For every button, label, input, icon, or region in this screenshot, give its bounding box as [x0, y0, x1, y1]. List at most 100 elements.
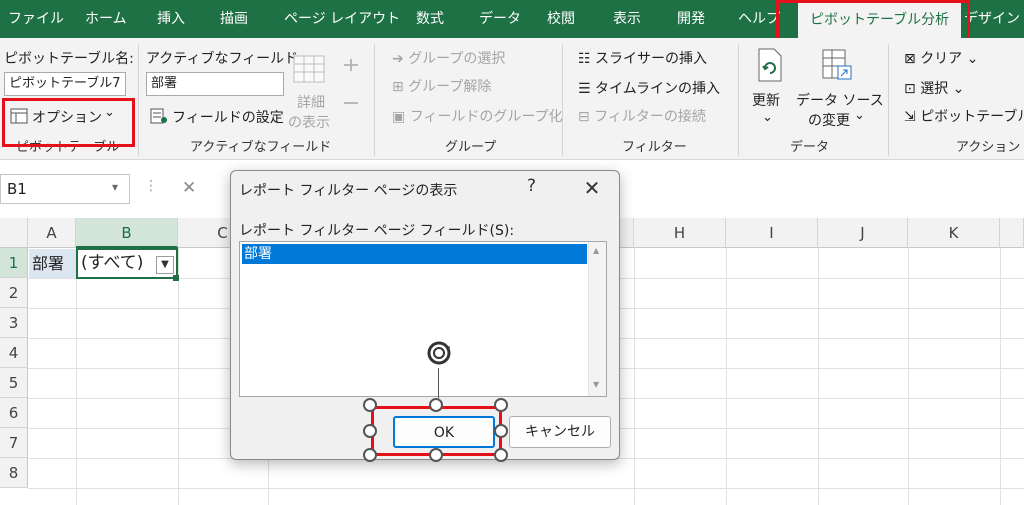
row-header[interactable]: 2 — [0, 278, 28, 308]
gridline — [818, 248, 819, 505]
collapse-field-icon[interactable] — [340, 94, 362, 112]
tab-help[interactable]: ヘルプ — [738, 0, 780, 38]
help-button[interactable]: ? — [527, 176, 536, 196]
resize-handle[interactable] — [363, 448, 377, 462]
resize-handle[interactable] — [494, 448, 508, 462]
tab-home[interactable]: ホーム — [85, 0, 127, 38]
chevron-down-icon[interactable]: ▾ — [112, 180, 118, 194]
clear-icon: ⊠ — [904, 51, 921, 67]
name-box[interactable]: B1 — [0, 174, 130, 204]
filter-connections-button[interactable]: ⊟ フィルターの接続 — [578, 106, 706, 126]
tab-draw[interactable]: 描画 — [220, 0, 248, 38]
column-header[interactable]: J — [818, 218, 908, 248]
dialog-title: レポート フィルター ページの表示 — [239, 183, 458, 199]
row-header[interactable]: 6 — [0, 398, 28, 428]
group-label-pivottable: ピボットテーブル — [16, 140, 120, 155]
change-data-source-button[interactable]: データ ソース の変更 ⌄ — [796, 46, 884, 132]
tab-pivottable-analyze[interactable]: ピボットテーブル分析 — [798, 2, 962, 38]
tab-review[interactable]: 校閲 — [547, 0, 575, 38]
drilldown-label-1[interactable]: 詳細 — [294, 92, 328, 112]
list-item[interactable]: 部署 — [242, 244, 587, 264]
resize-handle[interactable] — [363, 398, 377, 412]
resize-handle[interactable] — [429, 398, 443, 412]
column-header[interactable]: K — [908, 218, 1000, 248]
field-settings-button[interactable]: フィールドの設定 — [148, 104, 284, 128]
tab-formulas[interactable]: 数式 — [416, 0, 444, 38]
row-header[interactable]: 5 — [0, 368, 28, 398]
column-header[interactable]: I — [726, 218, 818, 248]
tab-view[interactable]: 表示 — [613, 0, 641, 38]
tab-insert[interactable]: 挿入 — [157, 0, 185, 38]
resize-handle[interactable] — [494, 424, 508, 438]
active-field-label: アクティブなフィールド: — [146, 51, 303, 67]
change-data-source-icon — [822, 49, 852, 80]
ribbon-separator — [138, 44, 139, 156]
listbox-scrollbar[interactable]: ▲ ▼ — [588, 242, 606, 396]
close-button[interactable]: ✕ — [577, 173, 607, 203]
gridline — [726, 248, 727, 505]
resize-handle[interactable] — [494, 398, 508, 412]
ribbon-separator — [738, 44, 739, 156]
cancel-button[interactable]: キャンセル — [509, 416, 611, 448]
clear-button[interactable]: ⊠ クリア ⌄ — [904, 48, 978, 68]
scroll-up-icon[interactable]: ▲ — [593, 246, 599, 255]
gridline — [76, 248, 77, 505]
insert-timeline-button[interactable]: ☰ タイムラインの挿入 — [578, 78, 720, 98]
arrow-right-icon: ➔ — [392, 51, 409, 67]
rotate-handle-line — [438, 368, 439, 398]
group-field-icon: ▣ — [392, 109, 410, 125]
refresh-button[interactable]: 更新 ⌄ — [750, 46, 790, 132]
tab-data[interactable]: データ — [479, 0, 521, 38]
row-header[interactable]: 7 — [0, 428, 28, 458]
resize-handle[interactable] — [429, 448, 443, 462]
insert-timeline-label: タイムラインの挿入 — [595, 81, 721, 97]
refresh-label: 更新 — [752, 93, 780, 109]
group-field-button[interactable]: ▣ フィールドのグループ化 — [392, 106, 563, 126]
drilldown-label-2[interactable]: の表示 — [288, 112, 330, 132]
group-label-data: データ — [790, 140, 830, 155]
tab-file[interactable]: ファイル — [8, 0, 64, 38]
cancel-entry-icon[interactable]: ✕ — [182, 178, 196, 198]
column-header[interactable] — [1000, 218, 1024, 248]
column-header[interactable]: A — [28, 218, 76, 248]
resize-handle[interactable] — [363, 424, 377, 438]
select-button[interactable]: ⊡ 選択 ⌄ — [904, 78, 964, 98]
row-header[interactable]: 3 — [0, 308, 28, 338]
column-header[interactable]: H — [634, 218, 726, 248]
insert-slicer-button[interactable]: ☷ スライサーの挿入 — [578, 48, 707, 68]
row-header[interactable]: 4 — [0, 338, 28, 368]
tab-design[interactable]: デザイン — [964, 0, 1020, 38]
cell-a1[interactable]: 部署 — [29, 249, 76, 278]
row-header[interactable]: 1 — [0, 248, 28, 278]
ribbon: ピボットテーブル名: ピボットテーブル7 オプション ⌄ ピボットテーブル アク… — [0, 38, 1024, 160]
chevron-down-icon: ⌄ — [948, 81, 965, 97]
rotate-handle-icon[interactable] — [424, 338, 454, 368]
ribbon-separator — [562, 44, 563, 156]
options-button[interactable]: オプション ⌄ — [8, 102, 126, 130]
clear-label: クリア — [920, 51, 963, 67]
gridline — [908, 248, 909, 505]
fill-handle[interactable] — [173, 275, 179, 281]
pivottable-name-input[interactable]: ピボットテーブル7 — [4, 72, 126, 96]
select-all-corner[interactable] — [0, 218, 28, 248]
move-pivottable-button[interactable]: ⇲ ピボットテーブルの — [904, 106, 1024, 126]
cell-b1-value: (すべて) — [81, 253, 144, 273]
row-header[interactable]: 8 — [0, 458, 28, 488]
ok-button[interactable]: OK — [393, 416, 495, 448]
filter-dropdown-button[interactable]: ▼ — [156, 256, 174, 274]
select-icon: ⊡ — [904, 81, 921, 97]
ungroup-button[interactable]: ⊞ グループ解除 — [392, 76, 491, 96]
group-selection-button[interactable]: ➔ グループの選択 — [392, 48, 505, 68]
tab-developer[interactable]: 開発 — [677, 0, 705, 38]
expand-field-icon[interactable] — [340, 56, 362, 74]
refresh-icon — [758, 48, 782, 82]
active-field-input[interactable]: 部署 — [146, 72, 284, 96]
group-selection-label: グループの選択 — [408, 51, 506, 67]
insert-slicer-label: スライサーの挿入 — [595, 51, 708, 67]
select-label: 選択 — [920, 81, 949, 97]
scroll-down-icon[interactable]: ▼ — [593, 380, 599, 389]
more-icon: ⋮ — [144, 178, 158, 194]
tab-page-layout[interactable]: ページ レイアウト — [284, 0, 400, 38]
field-listbox[interactable]: 部署 ▲ ▼ — [239, 241, 607, 398]
column-header[interactable]: B — [76, 218, 178, 248]
